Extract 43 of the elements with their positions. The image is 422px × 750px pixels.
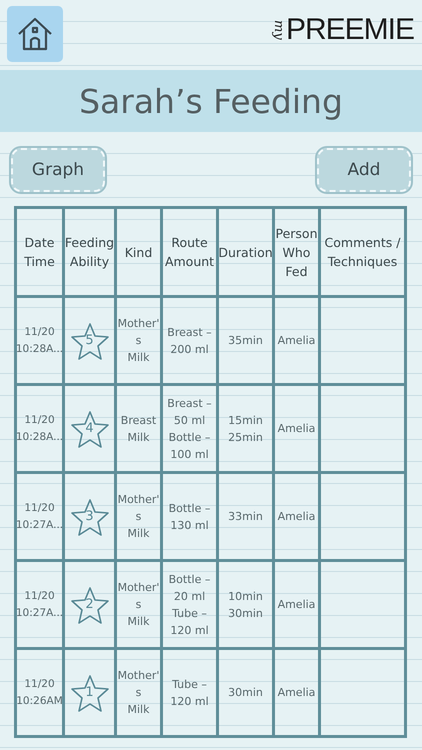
column-header: Duration [216, 209, 272, 295]
table-cell: Amelia [272, 474, 318, 559]
table-cell: Bottle – 130 ml [160, 474, 216, 559]
table-cell: 10min 30min [216, 562, 272, 647]
column-header: Date Time [23, 234, 56, 271]
table-cell-text: 11/20 10:28A... [17, 324, 62, 356]
column-header: Comments / Techniques [318, 209, 404, 295]
table-cell: Tube – 120 ml [160, 650, 216, 735]
column-header: Kind [114, 209, 160, 295]
add-button[interactable]: Add [317, 148, 411, 192]
table-cell: Amelia [272, 298, 318, 383]
column-header: Feeding Ability [62, 209, 114, 295]
logo-text: PREEMIE [286, 12, 414, 48]
home-button[interactable] [7, 6, 63, 62]
table-cell: 15min 25min [216, 386, 272, 471]
table-cell: Mother' s Milk [114, 650, 160, 735]
table-cell: Bottle – 20 ml Tube – 120 ml [160, 562, 216, 647]
column-header: Route Amount [160, 209, 216, 295]
table-cell: Breast – 50 ml Bottle – 100 ml [160, 386, 216, 471]
table-cell-text: 11/20 10:27A... [17, 588, 62, 620]
page-title: Sarah’s Feeding [79, 82, 343, 120]
rating-star: 4 [70, 408, 110, 448]
table-cell: Mother' s Milk [114, 298, 160, 383]
table-cell: Amelia [272, 650, 318, 735]
logo-prefix: my [270, 20, 286, 40]
table-cell-text: 11/20 10:26AM [17, 676, 62, 708]
table-cell-text: 11/20 10:27A... [17, 500, 62, 532]
column-header: Person Who Fed [272, 209, 318, 295]
table-cell: Amelia [272, 562, 318, 647]
table-cell: Mother' s Milk [114, 562, 160, 647]
table-cell: 35min [216, 298, 272, 383]
rating-star: 3 [70, 496, 110, 536]
table-cell: Breast – 200 ml [160, 298, 216, 383]
table-cell-text: 11/20 10:28A... [17, 412, 62, 444]
graph-button[interactable]: Graph [11, 148, 105, 192]
table-cell: Breast Milk [114, 386, 160, 471]
rating-star: 5 [70, 320, 110, 360]
rating-star: 2 [70, 584, 110, 624]
table-cell: 30min [216, 650, 272, 735]
table-cell: 33min [216, 474, 272, 559]
table-cell: Mother' s Milk [114, 474, 160, 559]
rating-star: 1 [70, 672, 110, 712]
table-cell: Amelia [272, 386, 318, 471]
